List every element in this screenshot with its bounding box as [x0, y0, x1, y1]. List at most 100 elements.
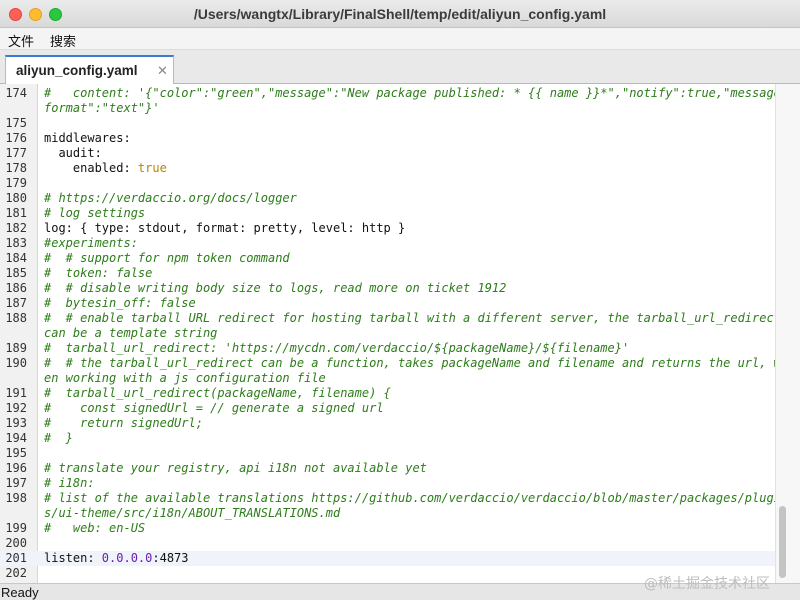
line-number: 194	[5, 431, 27, 445]
code-comment: # # disable writing body size to logs, r…	[44, 281, 507, 295]
line-number: 198	[5, 491, 27, 505]
code-line[interactable]: 194 # }	[0, 431, 775, 446]
line-number: 184	[5, 251, 27, 265]
code-text: # bytesin_off: false	[44, 296, 196, 311]
code-line[interactable]: 200	[0, 536, 775, 551]
line-number: 178	[5, 161, 27, 175]
code-comment: format":"text"}'	[44, 101, 160, 115]
line-number: 195	[5, 446, 27, 460]
code-text: # # support for npm token command	[44, 251, 290, 266]
line-number: 189	[5, 341, 27, 355]
code-text: # tarball_url_redirect(packageName, file…	[44, 386, 391, 401]
line-number: 191	[5, 386, 27, 400]
code-comment: # translate your registry, api i18n not …	[44, 461, 427, 475]
code-area[interactable]: 174 # content: '{"color":"green","message…	[0, 84, 788, 583]
code-line[interactable]: 185 # token: false	[0, 266, 775, 281]
code-line[interactable]: 176 middlewares:	[0, 131, 775, 146]
line-number: 177	[5, 146, 27, 160]
code-comment: # return signedUrl;	[44, 416, 203, 430]
code-line[interactable]: en working with a js configuration file	[0, 371, 775, 386]
line-number: 176	[5, 131, 27, 145]
code-value: true	[137, 161, 167, 175]
code-line[interactable]: 181 # log settings	[0, 206, 775, 221]
code-text: listen: 0.0.0.0:4873	[44, 551, 189, 566]
line-number: 180	[5, 191, 27, 205]
code-text: # tarball_url_redirect: 'https://mycdn.c…	[44, 341, 629, 356]
code-line[interactable]: 177 audit:	[0, 146, 775, 161]
code-text: log: { type: stdout, format: pretty, lev…	[44, 221, 405, 236]
code-comment: en working with a js configuration file	[44, 371, 326, 385]
close-tab-icon[interactable]: ✕	[157, 63, 168, 79]
line-number: 174	[5, 86, 27, 100]
code-text: enabled: true	[44, 161, 167, 176]
code-text: # web: en-US	[44, 521, 145, 536]
code-line[interactable]: 196 # translate your registry, api i18n n…	[0, 461, 775, 476]
line-number: 192	[5, 401, 27, 415]
code-text: # return signedUrl;	[44, 416, 203, 431]
code-line[interactable]: format":"text"}'	[0, 101, 775, 116]
menu-bar: 文件 搜索	[0, 28, 800, 50]
current-code-line[interactable]: 201 listen: 0.0.0.0:4873	[0, 551, 775, 566]
code-text: # log settings	[44, 206, 145, 221]
code-text: # list of the available translations htt…	[44, 491, 788, 506]
tab-aliyun-config[interactable]: aliyun_config.yaml ✕	[5, 55, 174, 85]
code-line[interactable]: 186 # # disable writing body size to logs…	[0, 281, 775, 296]
status-text: Ready	[1, 585, 39, 600]
menu-file[interactable]: 文件	[8, 31, 34, 50]
code-line[interactable]: 180 # https://verdaccio.org/docs/logger	[0, 191, 775, 206]
code-text: # https://verdaccio.org/docs/logger	[44, 191, 297, 206]
menu-search[interactable]: 搜索	[50, 31, 76, 50]
code-line[interactable]: 189 # tarball_url_redirect: 'https://mycd…	[0, 341, 775, 356]
code-comment: can be a template string	[44, 326, 218, 340]
code-line[interactable]: 191 # tarball_url_redirect(packageName, f…	[0, 386, 775, 401]
code-line[interactable]: 199 # web: en-US	[0, 521, 775, 536]
code-line[interactable]: 184 # # support for npm token command	[0, 251, 775, 266]
code-text: #experiments:	[44, 236, 138, 251]
code-token: middlewares:	[44, 131, 131, 145]
code-line[interactable]: 193 # return signedUrl;	[0, 416, 775, 431]
window-title: /Users/wangtx/Library/FinalShell/temp/ed…	[193, 6, 607, 22]
line-number: 181	[5, 206, 27, 220]
code-line[interactable]: 182 log: { type: stdout, format: pretty, …	[0, 221, 775, 236]
code-text: # # the tarball_url_redirect can be a fu…	[44, 356, 788, 371]
code-comment: # web: en-US	[44, 521, 146, 535]
code-text: # i18n:	[44, 476, 95, 491]
code-line[interactable]: s/ui-theme/src/i18n/ABOUT_TRANSLATIONS.m…	[0, 506, 775, 521]
line-number: 186	[5, 281, 27, 295]
line-number: 201	[5, 551, 27, 565]
code-line[interactable]: 192 # const signedUrl = // generate a sig…	[0, 401, 775, 416]
line-number: 199	[5, 521, 27, 535]
tab-bar: aliyun_config.yaml ✕	[0, 50, 800, 85]
code-line[interactable]: 175	[0, 116, 775, 131]
line-number: 182	[5, 221, 27, 235]
code-text: en working with a js configuration file	[44, 371, 326, 386]
code-comment: # list of the available translations htt…	[44, 491, 789, 505]
code-line[interactable]: 183 #experiments:	[0, 236, 775, 251]
line-number: 185	[5, 266, 27, 280]
code-comment: #experiments:	[44, 236, 138, 250]
code-line[interactable]: 195	[0, 446, 775, 461]
line-number: 193	[5, 416, 27, 430]
code-text: s/ui-theme/src/i18n/ABOUT_TRANSLATIONS.m…	[44, 506, 340, 521]
code-comment: # const signedUrl = // generate a signed…	[44, 401, 384, 415]
code-text: # # disable writing body size to logs, r…	[44, 281, 506, 296]
code-comment: # tarball_url_redirect(packageName, file…	[44, 386, 391, 400]
vertical-scrollbar[interactable]	[775, 84, 800, 583]
code-line[interactable]: 188 # # enable tarball URL redirect for h…	[0, 311, 781, 326]
scrollbar-thumb[interactable]	[779, 506, 786, 578]
code-line[interactable]: 174 # content: '{"color":"green","message…	[0, 86, 788, 101]
code-comment: # content: '{"color":"green","message":"…	[44, 86, 789, 100]
code-line[interactable]: can be a template string	[0, 326, 775, 341]
code-line[interactable]: 187 # bytesin_off: false	[0, 296, 775, 311]
code-line[interactable]: 179	[0, 176, 775, 191]
code-text: # translate your registry, api i18n not …	[44, 461, 427, 476]
code-line[interactable]: 198 # list of the available translations …	[0, 491, 788, 506]
line-number: 190	[5, 356, 27, 370]
code-comment: # i18n:	[44, 476, 95, 490]
code-text: format":"text"}'	[44, 101, 160, 116]
code-text: middlewares:	[44, 131, 131, 146]
code-line[interactable]: 197 # i18n:	[0, 476, 775, 491]
code-line[interactable]: 178 enabled: true	[0, 161, 775, 176]
code-line[interactable]: 190 # # the tarball_url_redirect can be a…	[0, 356, 788, 371]
code-editor[interactable]: 174 # content: '{"color":"green","message…	[0, 84, 800, 583]
